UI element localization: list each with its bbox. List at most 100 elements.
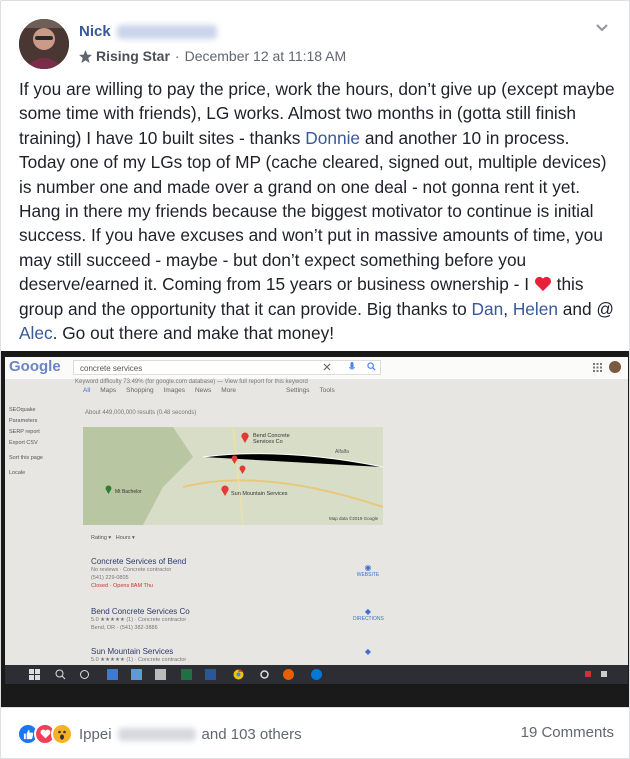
close-icon [323, 363, 331, 371]
reactions-summary[interactable]: Ippei and 103 others [17, 723, 302, 745]
avatar[interactable] [19, 19, 69, 69]
tab-more: More [221, 387, 237, 394]
tab-all: All [83, 387, 91, 394]
filter-hours: Hours [115, 535, 131, 541]
listing-hours: Closed · Opens 8AM Thu [91, 583, 153, 589]
search-icon [367, 362, 376, 371]
sidebar-item: SERP report [9, 429, 40, 435]
map-pin-icon [221, 485, 229, 496]
rising-star-icon [79, 49, 92, 63]
listing-name: Sun Mountain Services [91, 647, 174, 656]
author-last-name-redacted [116, 25, 217, 40]
account-avatar [609, 361, 621, 373]
directions-icon: ◆ [364, 647, 372, 656]
keyword-difficulty: Keyword difficulty 73.49% (for google.co… [75, 379, 308, 385]
post-header: Nick Rising Star · December 12 at 11:18 … [19, 17, 609, 71]
sidebar-item: Locale [9, 470, 26, 476]
app-icon [155, 669, 166, 680]
listing-name: Bend Concrete Services Co [91, 607, 190, 616]
map-pin-icon [231, 455, 238, 464]
google-logo: Google [9, 358, 61, 375]
microphone-icon [349, 362, 355, 370]
system-tray-icon [585, 671, 591, 677]
windows-icon [29, 669, 40, 680]
tab-news: News [194, 387, 212, 394]
map-label: Alfalfa [335, 449, 349, 455]
listing-detail: (541) 229-0805 [91, 575, 129, 581]
post-text-segment: and @ [557, 298, 614, 319]
member-badge[interactable]: Rising Star [96, 48, 170, 64]
tab-shopping: Shopping [126, 387, 154, 394]
listing: Sun Mountain Services 5.0 ★★★★★ (1) · Co… [91, 647, 186, 664]
reactor-name-redacted [117, 727, 196, 741]
wow-reaction-icon [51, 723, 73, 745]
search-icon [55, 669, 66, 680]
sidebar-item: Export CSV [9, 440, 38, 446]
gear-icon [260, 670, 269, 679]
listing-detail: Bend, OR · (541) 382-3886 [91, 625, 158, 631]
website-link: WEBSITE [356, 572, 380, 578]
search-query: concrete services [73, 360, 381, 375]
word-icon [205, 669, 216, 680]
photographed-screen: Google concrete services Keyword difficu… [5, 357, 628, 684]
google-search-bar: Google concrete services [5, 357, 628, 379]
app-icon [283, 669, 294, 680]
tab-maps: Maps [100, 387, 117, 394]
listing-rating: 5.0 ★★★★★ (1) · Concrete contractor [91, 657, 187, 663]
red-heart-icon [534, 277, 551, 292]
reactor-name[interactable]: Ippei [79, 726, 112, 743]
tab-settings: Settings [286, 387, 310, 394]
system-tray-icon [601, 671, 607, 677]
sidebar-item: Sort this page [9, 455, 43, 461]
mention-helen[interactable]: Helen [513, 299, 558, 319]
post-meta: Rising Star · December 12 at 11:18 AM [79, 48, 346, 64]
author-first-name[interactable]: Nick [79, 23, 111, 40]
local-results-map: Bend Concrete Services Co Alfalfa Sun Mo… [83, 427, 383, 525]
chevron-down-icon[interactable] [595, 21, 609, 35]
windows-taskbar [5, 665, 628, 684]
listing-action: ◆ DIRECTIONS [353, 607, 384, 622]
comments-count[interactable]: 19 Comments [521, 724, 614, 741]
author-name[interactable]: Nick [79, 23, 217, 40]
map-attribution: Map data ©2019 Google [329, 516, 379, 521]
listing: Concrete Services of Bend No reviews · C… [91, 557, 186, 590]
post-photo[interactable]: Google concrete services Keyword difficu… [1, 351, 629, 707]
chrome-icon [233, 669, 244, 680]
mention-donnie[interactable]: Donnie [305, 128, 360, 148]
map-pin-icon [239, 465, 246, 474]
tab-images: Images [163, 387, 185, 394]
search-tabs: All Maps Shopping Images News More Setti… [83, 387, 335, 394]
post-text-segment: . Go out there and make that money! [52, 323, 335, 344]
seoquake-sidebar: SEOquake Parameters SERP report Export C… [9, 405, 43, 479]
sidebar-item: Parameters [9, 418, 38, 424]
meta-separator: · [174, 48, 180, 64]
listing-action: ◉ WEBSITE [353, 563, 383, 578]
map-label: Sun Mountain Services [231, 491, 288, 497]
reaction-count[interactable]: and 103 others [202, 726, 302, 743]
listing-name: Concrete Services of Bend [91, 557, 187, 566]
map-pin-icon [241, 432, 249, 443]
listing-detail: No reviews · Concrete contractor [91, 567, 172, 573]
mention-dan[interactable]: Dan [472, 299, 504, 319]
listing-rating: 5.0 ★★★★★ (1) · Concrete contractor [91, 617, 187, 623]
listing: Bend Concrete Services Co 5.0 ★★★★★ (1) … [91, 607, 190, 632]
directions-link: DIRECTIONS [353, 616, 384, 622]
post-card: Nick Rising Star · December 12 at 11:18 … [0, 0, 630, 759]
app-icon [311, 669, 322, 680]
mention-alec[interactable]: Alec [19, 323, 53, 343]
excel-icon [181, 669, 192, 680]
cortana-icon [80, 670, 89, 679]
map-pin-icon [105, 485, 112, 494]
map-label: Bend Concrete Services Co [253, 433, 290, 445]
post-text: If you are willing to pay the price, wor… [19, 77, 619, 345]
post-text-segment: , [503, 298, 513, 319]
filter-rating: Rating ▾ Hours ▾ [91, 535, 135, 541]
post-footer: Ippei and 103 others 19 Comments [1, 707, 629, 758]
post-timestamp[interactable]: December 12 at 11:18 AM [185, 48, 347, 64]
apps-grid-icon [593, 363, 602, 372]
sidebar-item: SEOquake [9, 407, 36, 413]
app-icon [131, 669, 142, 680]
post-text-segment: and another 10 in process. Today one of … [19, 127, 607, 295]
results-count: About 449,000,000 results (0.48 seconds) [85, 410, 197, 416]
tab-tools: Tools [319, 387, 335, 394]
